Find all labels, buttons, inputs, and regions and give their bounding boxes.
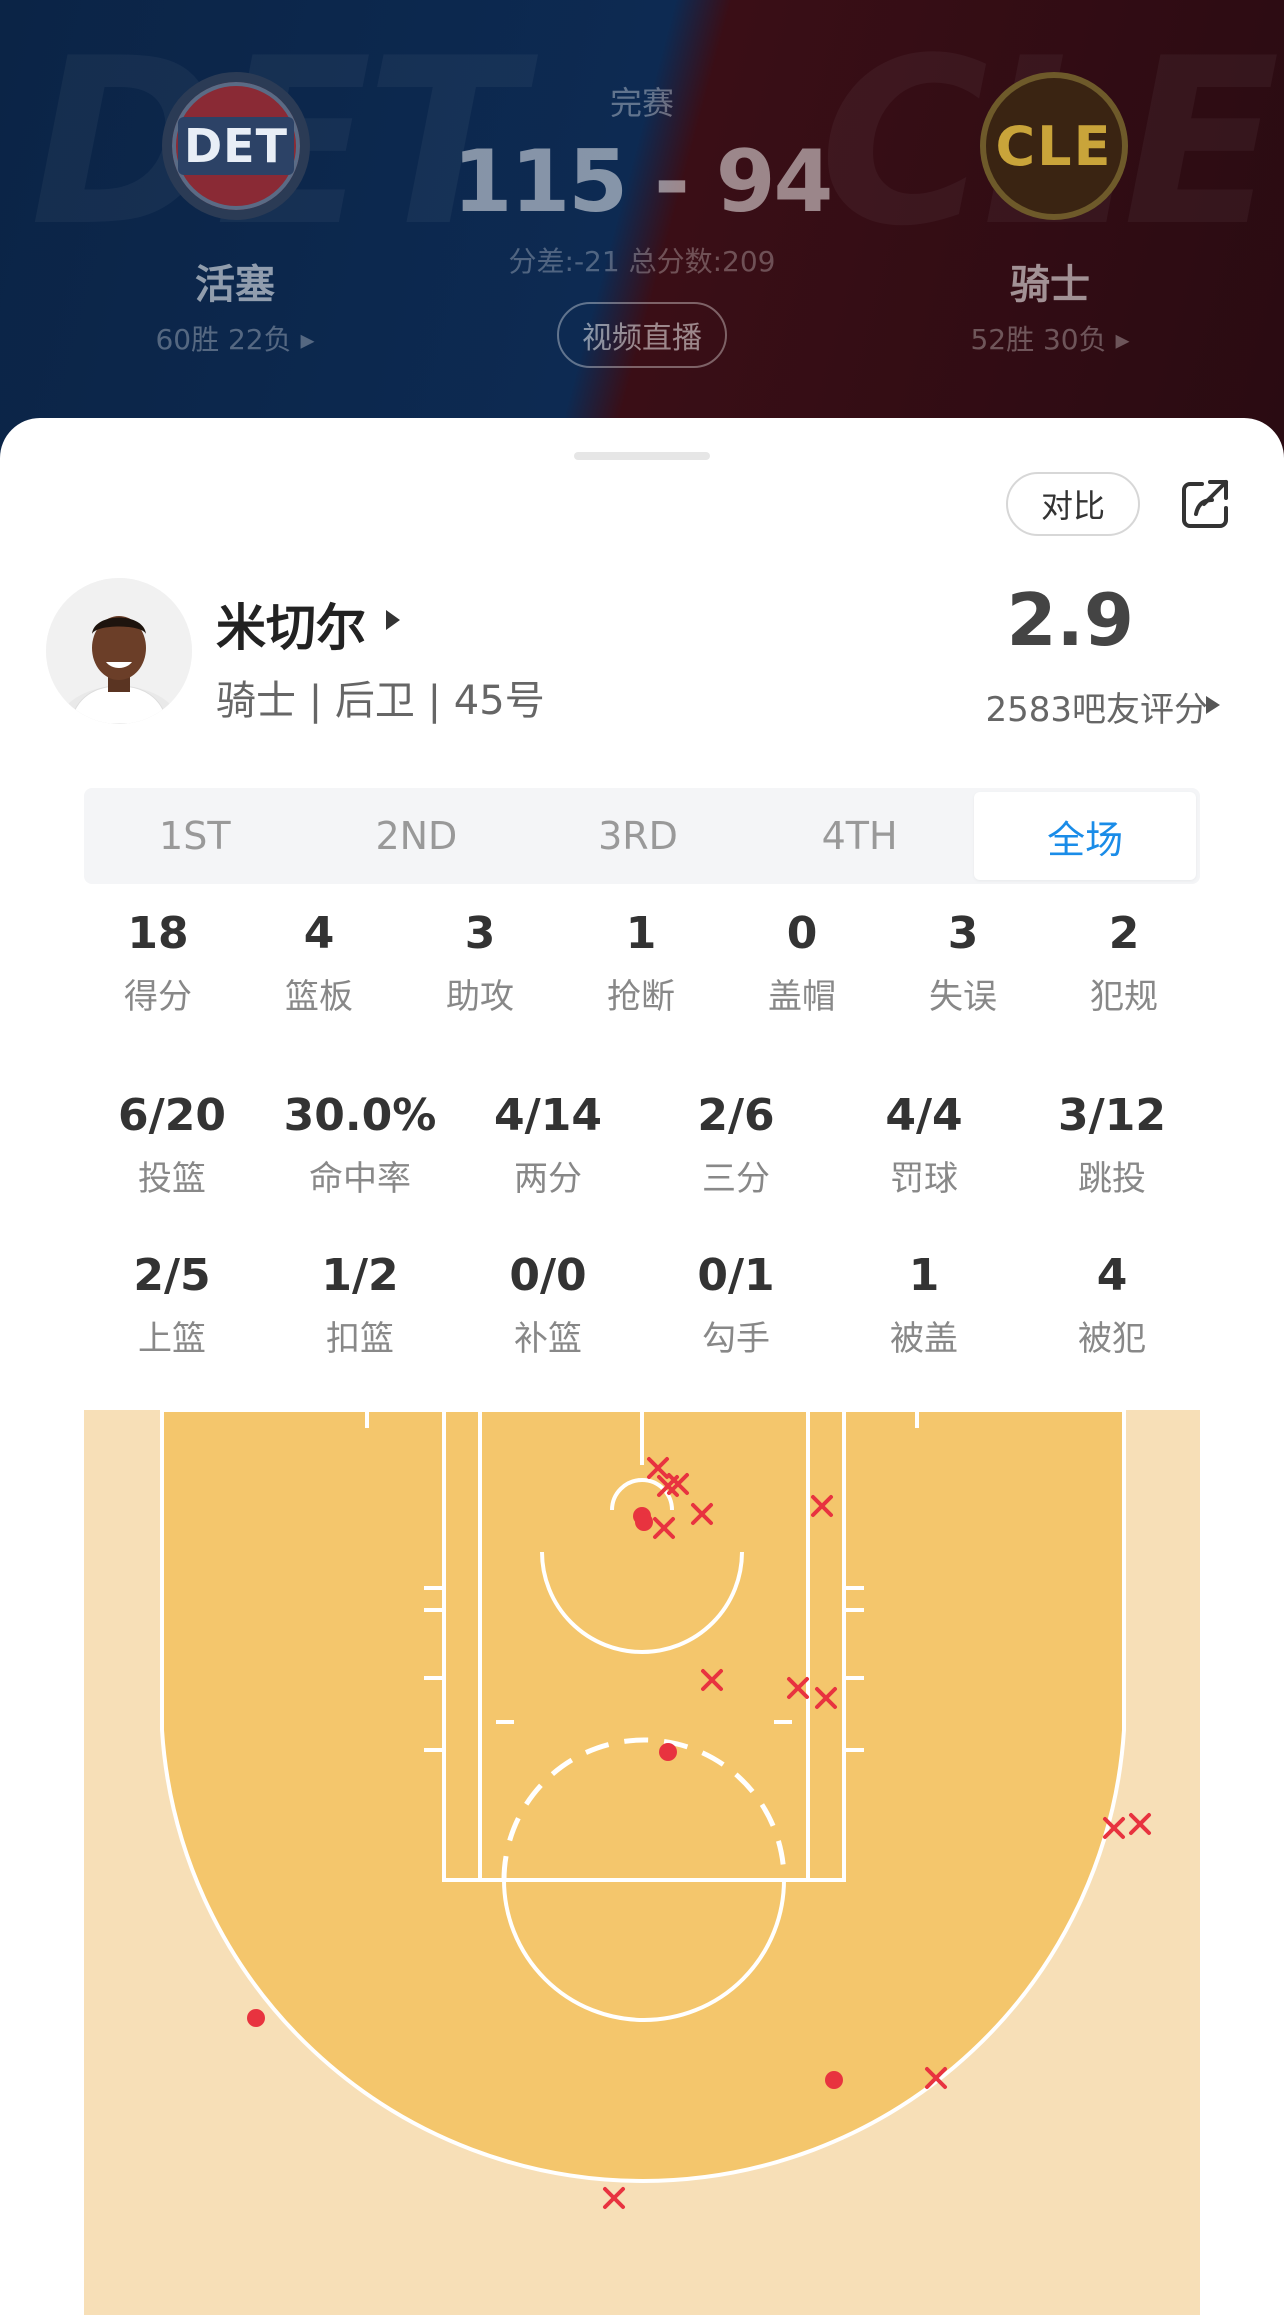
player-avatar[interactable] [46, 578, 192, 724]
stat-assists: 3 助攻 [420, 908, 540, 1018]
tab-1st[interactable]: 1ST [84, 788, 306, 884]
stat-hook: 0/1 勾手 [656, 1250, 816, 1360]
away-team-record[interactable]: 52胜 30负 ▸ [930, 318, 1170, 358]
away-team-name[interactable]: 骑士 [930, 252, 1170, 310]
player-detail-arrow-icon[interactable] [386, 610, 400, 630]
shot-make-marker [247, 2009, 265, 2027]
player-name[interactable]: 米切尔 [216, 588, 366, 660]
stat-layup: 2/5 上篮 [92, 1250, 252, 1360]
stat-label: 勾手 [702, 1319, 770, 1359]
stat-value: 4 [303, 908, 335, 959]
stat-label: 抢断 [607, 977, 675, 1017]
stat-ft: 4/4 罚球 [844, 1090, 1004, 1200]
shot-make-marker [659, 1743, 677, 1761]
stat-jumpshot: 3/12 跳投 [1032, 1090, 1192, 1200]
tab-2nd[interactable]: 2ND [306, 788, 528, 884]
stat-value: 4 [1096, 1250, 1128, 1301]
game-header: DET CLE DET 活塞 60胜 22负 ▸ 完赛 115 - 94 分差:… [0, 0, 1284, 460]
shot-chart [84, 1410, 1200, 2315]
stat-label: 跳投 [1078, 1159, 1146, 1199]
stat-label: 被犯 [1078, 1319, 1146, 1359]
video-live-button[interactable]: 视频直播 [557, 302, 727, 368]
period-tabs: 1ST 2ND 3RD 4TH 全场 [84, 788, 1200, 884]
stat-label: 扣篮 [326, 1319, 394, 1359]
stat-value: 0/0 [509, 1250, 587, 1301]
stat-value: 2/6 [697, 1090, 775, 1141]
shot-make-marker [825, 2071, 843, 2089]
rating-count-link[interactable]: 2583吧友评分 [900, 682, 1230, 731]
stat-value: 2/5 [133, 1250, 211, 1301]
stat-label: 被盖 [890, 1319, 958, 1359]
stat-value: 18 [127, 908, 189, 959]
court-svg [84, 1410, 1200, 2315]
tab-4th[interactable]: 4TH [749, 788, 971, 884]
stat-value: 30.0% [283, 1090, 437, 1141]
tab-full-game[interactable]: 全场 [974, 792, 1196, 880]
player-info: 骑士 | 后卫 | 45号 [216, 678, 545, 724]
tab-3rd[interactable]: 3RD [527, 788, 749, 884]
stat-label: 三分 [702, 1159, 770, 1199]
stat-value: 6/20 [118, 1090, 226, 1141]
stat-value: 0/1 [697, 1250, 775, 1301]
stat-steals: 1 抢断 [581, 908, 701, 1018]
stat-turnovers: 3 失误 [903, 908, 1023, 1018]
stat-blocked: 1 被盖 [844, 1250, 1004, 1360]
compare-button[interactable]: 对比 [1006, 472, 1140, 536]
stat-rebounds: 4 篮板 [259, 908, 379, 1018]
drag-handle[interactable] [574, 452, 710, 460]
player-rating: 2.9 [1006, 578, 1134, 662]
stat-blocks: 0 盖帽 [742, 908, 862, 1018]
stat-value: 3 [947, 908, 979, 959]
stat-label: 犯规 [1090, 977, 1158, 1017]
stat-label: 上篮 [138, 1319, 206, 1359]
away-logo-text: CLE [995, 114, 1113, 178]
stat-value: 0 [786, 908, 818, 959]
rating-arrow-icon[interactable] [1206, 696, 1220, 714]
shot-make-marker [635, 1513, 653, 1531]
stat-points: 18 得分 [98, 908, 218, 1018]
stat-value: 4/14 [494, 1090, 602, 1141]
stat-label: 罚球 [890, 1159, 958, 1199]
away-team-logo[interactable]: CLE [980, 72, 1128, 220]
stat-fg-pct: 30.0% 命中率 [270, 1090, 450, 1200]
stat-label: 命中率 [309, 1159, 411, 1199]
stat-value: 1/2 [321, 1250, 399, 1301]
stat-label: 补篮 [514, 1319, 582, 1359]
stat-label: 助攻 [446, 977, 514, 1017]
stat-value: 3/12 [1058, 1090, 1166, 1141]
stat-label: 得分 [124, 977, 192, 1017]
stat-dunk: 1/2 扣篮 [280, 1250, 440, 1360]
stat-fouled: 4 被犯 [1032, 1250, 1192, 1360]
stat-3pt: 2/6 三分 [656, 1090, 816, 1200]
stat-putback: 0/0 补篮 [468, 1250, 628, 1360]
stat-2pt: 4/14 两分 [468, 1090, 628, 1200]
stat-value: 1 [625, 908, 657, 959]
stat-fg: 6/20 投篮 [92, 1090, 252, 1200]
share-icon[interactable] [1176, 474, 1236, 534]
stat-value: 4/4 [885, 1090, 963, 1141]
stat-label: 篮板 [285, 977, 353, 1017]
stat-label: 失误 [929, 977, 997, 1017]
stat-value: 3 [464, 908, 496, 959]
stat-value: 1 [908, 1250, 940, 1301]
stat-value: 2 [1108, 908, 1140, 959]
stat-label: 两分 [514, 1159, 582, 1199]
home-team-record[interactable]: 60胜 22负 ▸ [115, 318, 355, 358]
app-root: { "game": { "status": "完赛", "score": "11… [0, 0, 1284, 2315]
stat-label: 投篮 [138, 1159, 206, 1199]
stat-label: 盖帽 [768, 977, 836, 1017]
stat-fouls: 2 犯规 [1064, 908, 1184, 1018]
